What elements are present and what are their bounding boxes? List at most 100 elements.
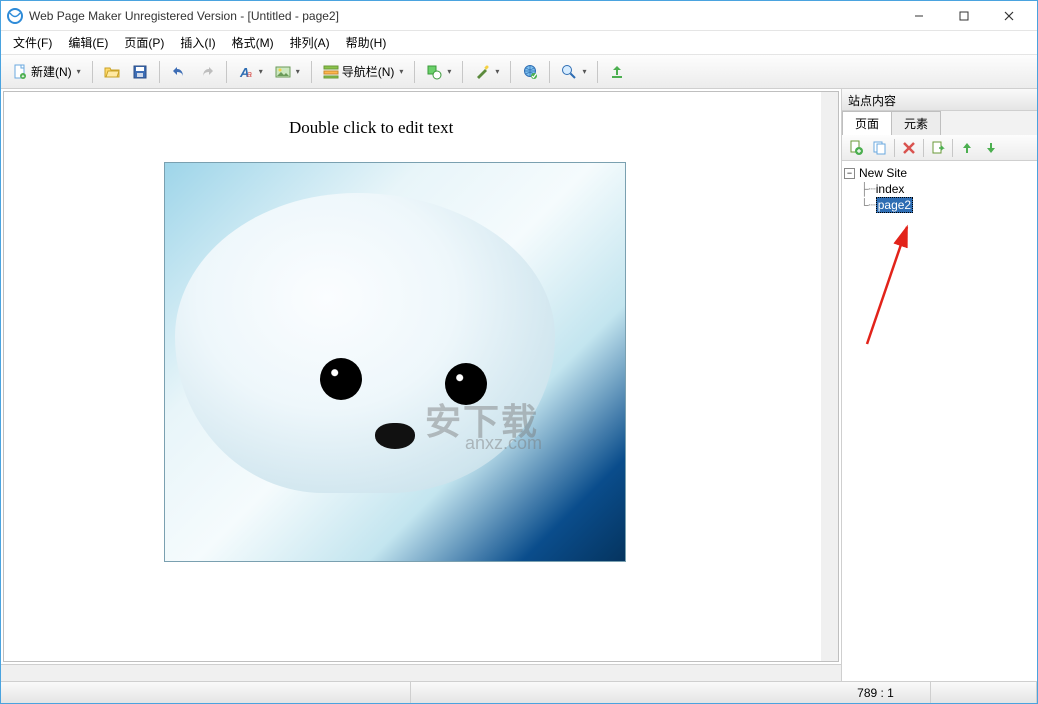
tree-item-label: index bbox=[876, 182, 905, 196]
maximize-button[interactable] bbox=[941, 2, 986, 30]
zoom-button[interactable]: ▾ bbox=[556, 59, 591, 85]
menu-page[interactable]: 页面(P) bbox=[116, 32, 172, 53]
horizontal-scrollbar[interactable] bbox=[1, 664, 841, 681]
status-bar: 789 : 1 bbox=[1, 681, 1037, 703]
site-contents-panel: 站点内容 页面 元素 − New Site bbox=[841, 89, 1037, 681]
chevron-down-icon: ▾ bbox=[296, 67, 300, 76]
save-icon bbox=[132, 64, 148, 80]
shape-button[interactable]: ▾ bbox=[421, 59, 456, 85]
annotation-arrow bbox=[862, 219, 922, 349]
navbar-icon bbox=[323, 64, 339, 80]
chevron-down-icon: ▾ bbox=[77, 67, 81, 76]
panel-toolbar bbox=[842, 135, 1037, 161]
panel-tabs: 页面 元素 bbox=[842, 111, 1037, 135]
tree-root-label: New Site bbox=[859, 166, 907, 180]
arrow-down-icon bbox=[984, 141, 998, 155]
chevron-down-icon: ▾ bbox=[399, 67, 403, 76]
tree-branch-icon: └┈ bbox=[860, 198, 876, 212]
tab-elements[interactable]: 元素 bbox=[891, 111, 941, 135]
move-up-button[interactable] bbox=[957, 138, 977, 158]
menu-bar: 文件(F) 编辑(E) 页面(P) 插入(I) 格式(M) 排列(A) 帮助(H… bbox=[1, 31, 1037, 55]
separator bbox=[597, 61, 598, 83]
redo-icon bbox=[199, 64, 215, 80]
menu-insert[interactable]: 插入(I) bbox=[172, 32, 223, 53]
svg-text:a: a bbox=[247, 69, 252, 79]
text-element[interactable]: Double click to edit text bbox=[289, 118, 453, 138]
redo-button[interactable] bbox=[194, 59, 220, 85]
script-button[interactable]: ▾ bbox=[469, 59, 504, 85]
move-down-button[interactable] bbox=[981, 138, 1001, 158]
tree-item-label: page2 bbox=[876, 197, 913, 213]
text-button[interactable]: Aa ▾ bbox=[233, 59, 268, 85]
navbar-button[interactable]: 导航栏(N) ▾ bbox=[318, 59, 409, 85]
menu-help[interactable]: 帮助(H) bbox=[338, 32, 395, 53]
tree-item-page2[interactable]: └┈ page2 bbox=[844, 197, 1035, 213]
save-button[interactable] bbox=[127, 59, 153, 85]
separator bbox=[923, 139, 924, 157]
canvas-viewport[interactable]: Double click to edit text 安下载 anxz.com bbox=[3, 91, 839, 662]
collapse-icon[interactable]: − bbox=[844, 168, 855, 179]
seal-eye bbox=[320, 358, 362, 400]
status-right bbox=[931, 682, 1037, 703]
app-icon bbox=[7, 8, 23, 24]
upload-icon bbox=[609, 64, 625, 80]
tab-pages[interactable]: 页面 bbox=[842, 111, 892, 135]
separator bbox=[159, 61, 160, 83]
close-button[interactable] bbox=[986, 2, 1031, 30]
status-left bbox=[1, 682, 411, 703]
page-properties-button[interactable] bbox=[928, 138, 948, 158]
canvas-area: Double click to edit text 安下载 anxz.com bbox=[1, 89, 841, 681]
new-page-button[interactable]: ✦ 新建(N) ▾ bbox=[7, 59, 86, 85]
globe-icon bbox=[522, 64, 538, 80]
arrow-up-icon bbox=[960, 141, 974, 155]
separator bbox=[92, 61, 93, 83]
navbar-label: 导航栏(N) bbox=[342, 63, 395, 80]
folder-open-icon bbox=[104, 64, 120, 80]
new-page-label: 新建(N) bbox=[31, 63, 72, 80]
vertical-scrollbar[interactable] bbox=[821, 92, 838, 661]
clone-page-button[interactable] bbox=[870, 138, 890, 158]
shape-icon bbox=[426, 64, 442, 80]
minimize-button[interactable] bbox=[896, 2, 941, 30]
tree-branch-icon: ├┈ bbox=[860, 182, 876, 196]
separator bbox=[226, 61, 227, 83]
wand-icon bbox=[474, 64, 490, 80]
add-page-button[interactable] bbox=[846, 138, 866, 158]
page-new-icon bbox=[848, 140, 864, 156]
separator bbox=[894, 139, 895, 157]
separator bbox=[462, 61, 463, 83]
panel-title: 站点内容 bbox=[842, 89, 1037, 111]
undo-button[interactable] bbox=[166, 59, 192, 85]
svg-text:✦: ✦ bbox=[21, 74, 25, 80]
menu-edit[interactable]: 编辑(E) bbox=[60, 32, 116, 53]
page-arrow-icon bbox=[930, 140, 946, 156]
tree-item-index[interactable]: ├┈ index bbox=[844, 181, 1035, 197]
menu-format[interactable]: 格式(M) bbox=[224, 32, 282, 53]
separator bbox=[549, 61, 550, 83]
preview-button[interactable] bbox=[517, 59, 543, 85]
chevron-down-icon: ▾ bbox=[259, 67, 263, 76]
undo-icon bbox=[171, 64, 187, 80]
page-copy-icon bbox=[872, 140, 888, 156]
tree-root[interactable]: − New Site bbox=[844, 165, 1035, 181]
open-button[interactable] bbox=[99, 59, 125, 85]
chevron-down-icon: ▾ bbox=[582, 67, 586, 76]
page-canvas[interactable]: Double click to edit text 安下载 anxz.com bbox=[4, 92, 838, 661]
separator bbox=[311, 61, 312, 83]
seal-nose bbox=[375, 423, 415, 449]
publish-button[interactable] bbox=[604, 59, 630, 85]
seal-body bbox=[175, 193, 555, 493]
delete-icon bbox=[902, 141, 916, 155]
site-tree[interactable]: − New Site ├┈ index └┈ page2 bbox=[842, 161, 1037, 681]
separator bbox=[510, 61, 511, 83]
delete-page-button[interactable] bbox=[899, 138, 919, 158]
toolbar: ✦ 新建(N) ▾ Aa ▾ ▾ 导航栏(N) ▾ ▾ ▾ ▾ bbox=[1, 55, 1037, 89]
status-coords: 789 : 1 bbox=[821, 682, 931, 703]
menu-arrange[interactable]: 排列(A) bbox=[282, 32, 338, 53]
image-button[interactable]: ▾ bbox=[270, 59, 305, 85]
menu-file[interactable]: 文件(F) bbox=[5, 32, 60, 53]
image-element[interactable]: 安下载 anxz.com bbox=[164, 162, 626, 562]
separator bbox=[414, 61, 415, 83]
window-title: Web Page Maker Unregistered Version - [U… bbox=[29, 9, 896, 23]
text-icon: Aa bbox=[238, 64, 254, 80]
